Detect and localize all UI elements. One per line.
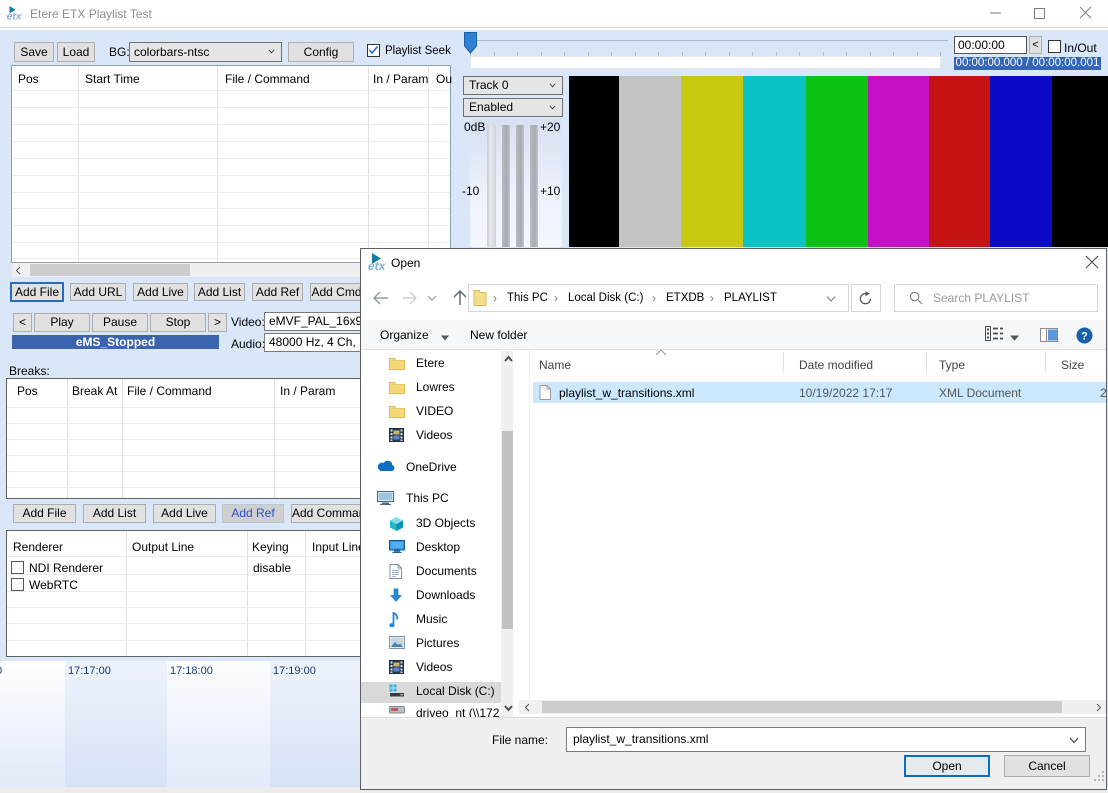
svg-text:etx: etx [7,11,23,23]
svg-text:etx: etx [368,259,387,273]
svg-text:?: ? [1081,331,1088,343]
